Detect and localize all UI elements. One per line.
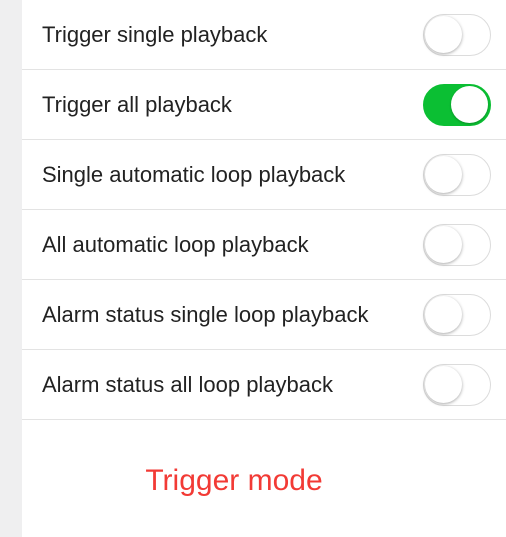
option-row-alarm-all-loop[interactable]: Alarm status all loop playback: [22, 350, 506, 420]
option-label: Alarm status all loop playback: [42, 372, 334, 397]
option-row-all-auto-loop[interactable]: All automatic loop playback: [22, 210, 506, 280]
toggle-switch[interactable]: [423, 294, 491, 336]
toggle-switch[interactable]: [423, 364, 491, 406]
option-label: Alarm status single loop playback: [42, 302, 369, 327]
toggle-knob: [451, 86, 488, 123]
toggle-switch[interactable]: [423, 154, 491, 196]
toggle-knob: [425, 226, 462, 263]
toggle-switch[interactable]: [423, 84, 491, 126]
toggle-knob: [425, 156, 462, 193]
toggle-knob: [425, 16, 462, 53]
option-label: Trigger all playback: [42, 92, 232, 117]
settings-panel: Trigger single playback Trigger all play…: [22, 0, 506, 537]
toggle-switch[interactable]: [423, 224, 491, 266]
toggle-switch[interactable]: [423, 14, 491, 56]
toggle-knob: [425, 366, 462, 403]
option-row-single-auto-loop[interactable]: Single automatic loop playback: [22, 140, 506, 210]
page-title: Trigger mode: [145, 464, 323, 497]
option-row-trigger-all[interactable]: Trigger all playback: [22, 70, 506, 140]
toggle-knob: [425, 296, 462, 333]
option-label: Single automatic loop playback: [42, 162, 346, 187]
option-label: All automatic loop playback: [42, 232, 309, 257]
option-row-trigger-single[interactable]: Trigger single playback: [22, 0, 506, 70]
option-row-alarm-single-loop[interactable]: Alarm status single loop playback: [22, 280, 506, 350]
option-label: Trigger single playback: [42, 22, 268, 47]
